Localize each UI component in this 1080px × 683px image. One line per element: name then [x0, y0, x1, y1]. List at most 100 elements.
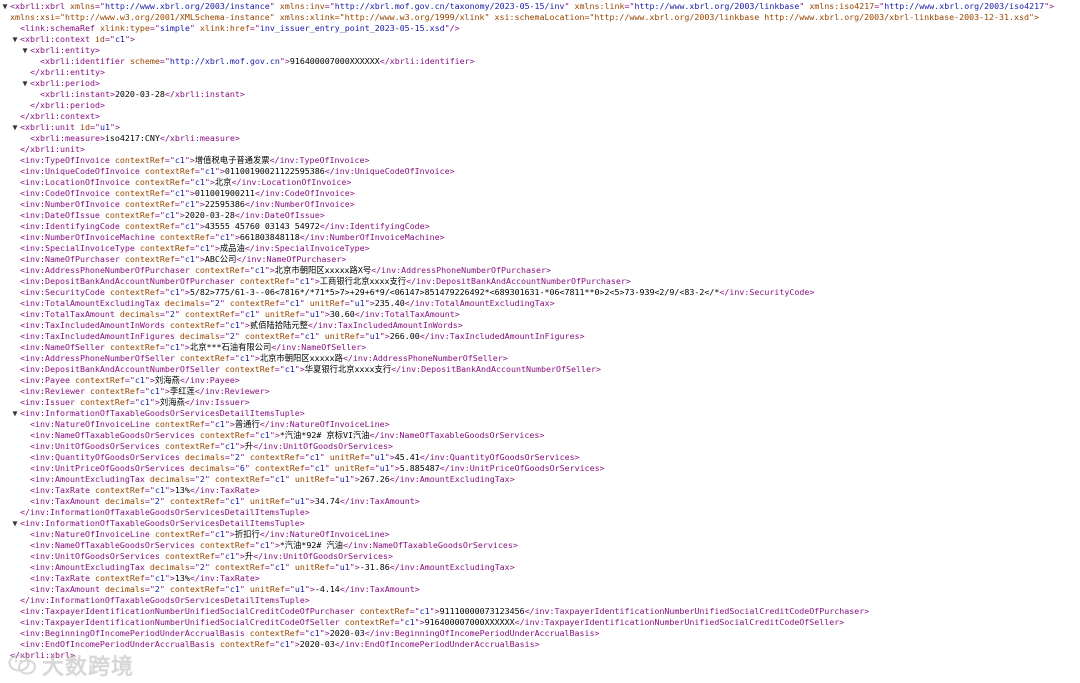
tag-bracket: >	[509, 562, 515, 572]
attribute-value: c1	[219, 232, 230, 242]
tag-bracket: </	[307, 320, 318, 330]
collapse-toggle-icon[interactable]: ▼	[20, 78, 30, 89]
element-value: -4.14	[314, 584, 340, 594]
tag-name: xbrli:instant	[45, 89, 110, 99]
attribute-value: c1	[139, 397, 150, 407]
attribute-value: c1	[169, 287, 180, 297]
tag-name: inv:TaxRate	[199, 573, 255, 583]
element-value: 916400007000XXXXXX	[289, 56, 380, 66]
element-value: 北京市朝阳区xxxxx路	[259, 353, 343, 363]
xml-line: <inv:TotalTaxAmount decimals="2" context…	[0, 309, 1080, 320]
xml-line: <inv:AmountExcludingTax decimals="2" con…	[0, 474, 1080, 485]
attribute-name: contextRef	[184, 309, 235, 319]
attribute-value: c1	[289, 298, 300, 308]
attribute-quote: ="	[219, 331, 230, 341]
tag-name: xbrli:identifier	[45, 56, 125, 66]
xml-line: ▼ <inv:InformationOfTaxableGoodsOrService…	[0, 408, 1080, 419]
attribute-quote: ="	[159, 309, 170, 319]
attribute-value: c1	[164, 210, 175, 220]
attribute-quote: ="	[104, 34, 115, 44]
tag-bracket: </	[159, 133, 170, 143]
collapse-toggle-icon[interactable]: ▼	[10, 518, 20, 529]
tag-name: inv:UnitPriceOfGoodsOrServices	[449, 463, 600, 473]
tag-bracket: </	[514, 617, 525, 627]
tag-name: xbrli:context	[30, 111, 95, 121]
collapse-toggle-icon[interactable]: ▼	[10, 408, 20, 419]
xml-line: <inv:NameOfTaxableGoodsOrServices contex…	[0, 540, 1080, 551]
element-value: 13%	[174, 485, 190, 495]
attribute-quote: ="	[214, 441, 225, 451]
tag-bracket: >	[502, 353, 508, 363]
xml-line: ▼ <xbrli:entity>	[0, 45, 1080, 56]
attribute-value: c1	[229, 496, 240, 506]
tag-bracket: </	[184, 397, 195, 407]
tag-bracket: >	[457, 320, 463, 330]
attribute-quote: ="	[144, 573, 155, 583]
attribute-value: c1	[184, 199, 195, 209]
attribute-quote: ="	[184, 177, 195, 187]
collapse-toggle-icon[interactable]: ▼	[0, 1, 10, 12]
xml-line: <inv:EndOfIncomePeriodUnderAccrualBasis …	[0, 639, 1080, 650]
collapse-toggle-icon[interactable]: ▼	[10, 122, 20, 133]
xml-line: <inv:DepositBankAndAccountNumberOfSeller…	[0, 364, 1080, 375]
xml-line: <inv:AddressPhoneNumberOfPurchaser conte…	[0, 265, 1080, 276]
tag-bracket: >	[449, 166, 455, 176]
tag-name: inv:SpecialInvoiceType	[254, 243, 365, 253]
attribute-quote: ="	[154, 210, 165, 220]
xml-line: <inv:DepositBankAndAccountNumberOfPurcha…	[0, 276, 1080, 287]
attribute-name: xlink:type	[99, 23, 150, 33]
element-value: 011001900211	[194, 188, 255, 198]
attribute-name: contextRef	[199, 430, 250, 440]
attribute-quote: ="	[299, 452, 310, 462]
attribute-value: c1	[274, 474, 285, 484]
tag-name: inv:TotalAmountExcludingTax	[25, 298, 160, 308]
collapse-toggle-icon[interactable]: ▼	[20, 45, 30, 56]
tag-bracket: >	[129, 34, 135, 44]
tag-name: link:schemaRef	[25, 23, 95, 33]
attribute-quote: ="	[229, 353, 240, 363]
element-value: ABC公司	[204, 254, 237, 264]
attribute-quote: ="	[144, 485, 155, 495]
collapse-toggle-icon[interactable]: ▼	[10, 34, 20, 45]
attribute-quote: ="	[279, 298, 290, 308]
tag-name: inv:InformationOfTaxableGoodsOrServicesD…	[25, 408, 300, 418]
attribute-quote: ="	[874, 1, 885, 11]
element-value: 北京	[214, 177, 232, 187]
tag-bracket: </	[524, 606, 535, 616]
attribute-quote: ="	[174, 199, 185, 209]
tag-bracket: </	[244, 199, 255, 209]
attribute-quote: ="	[329, 562, 340, 572]
attribute-name: decimals	[164, 298, 205, 308]
tag-name: inv:NameOfPurchaser	[25, 254, 120, 264]
tag-bracket: >	[99, 100, 105, 110]
tag-bracket: >	[454, 309, 460, 319]
element-value: 增值税电子普通发票	[194, 155, 270, 165]
tag-name: inv:AmountExcludingTax	[399, 474, 510, 484]
tag-bracket: </	[404, 298, 415, 308]
tag-bracket: >	[414, 584, 420, 594]
attribute-name: contextRef	[219, 639, 270, 649]
attribute-name: contextRef	[169, 320, 220, 330]
element-value: 华夏银行北京xxxx支行	[304, 364, 392, 374]
attribute-quote: ="	[124, 375, 135, 385]
tag-name: inv:UnitOfGoodsOrServices	[263, 441, 389, 451]
attribute-value: c1	[199, 243, 210, 253]
attribute-value: c1	[184, 254, 195, 264]
attribute-value: c1	[184, 221, 195, 231]
tag-name: inv:CodeOfInvoice	[264, 188, 350, 198]
attribute-name: id	[79, 122, 90, 132]
tag-bracket: >	[361, 342, 367, 352]
tag-name: inv:AmountExcludingTax	[35, 562, 145, 572]
attribute-value: c1	[224, 551, 235, 561]
element-value: -31.86	[359, 562, 390, 572]
xml-line: </inv:InformationOfTaxableGoodsOrService…	[0, 507, 1080, 518]
tag-bracket: </	[231, 177, 242, 187]
xml-line: <inv:SecurityCode contextRef="c1">5/82>7…	[0, 287, 1080, 298]
attribute-name: contextRef	[124, 254, 175, 264]
attribute-quote: ="	[219, 496, 230, 506]
tag-name: inv:SecurityCode	[729, 287, 810, 297]
xml-line: <inv:TaxAmount decimals="2" contextRef="…	[0, 496, 1080, 507]
xml-line: <xbrli:measure>iso4217:CNY</xbrli:measur…	[0, 133, 1080, 144]
tag-name: inv:AddressPhoneNumberOfPurchaser	[381, 265, 546, 275]
xml-line: <inv:DateOfIssue contextRef="c1">2020-03…	[0, 210, 1080, 221]
